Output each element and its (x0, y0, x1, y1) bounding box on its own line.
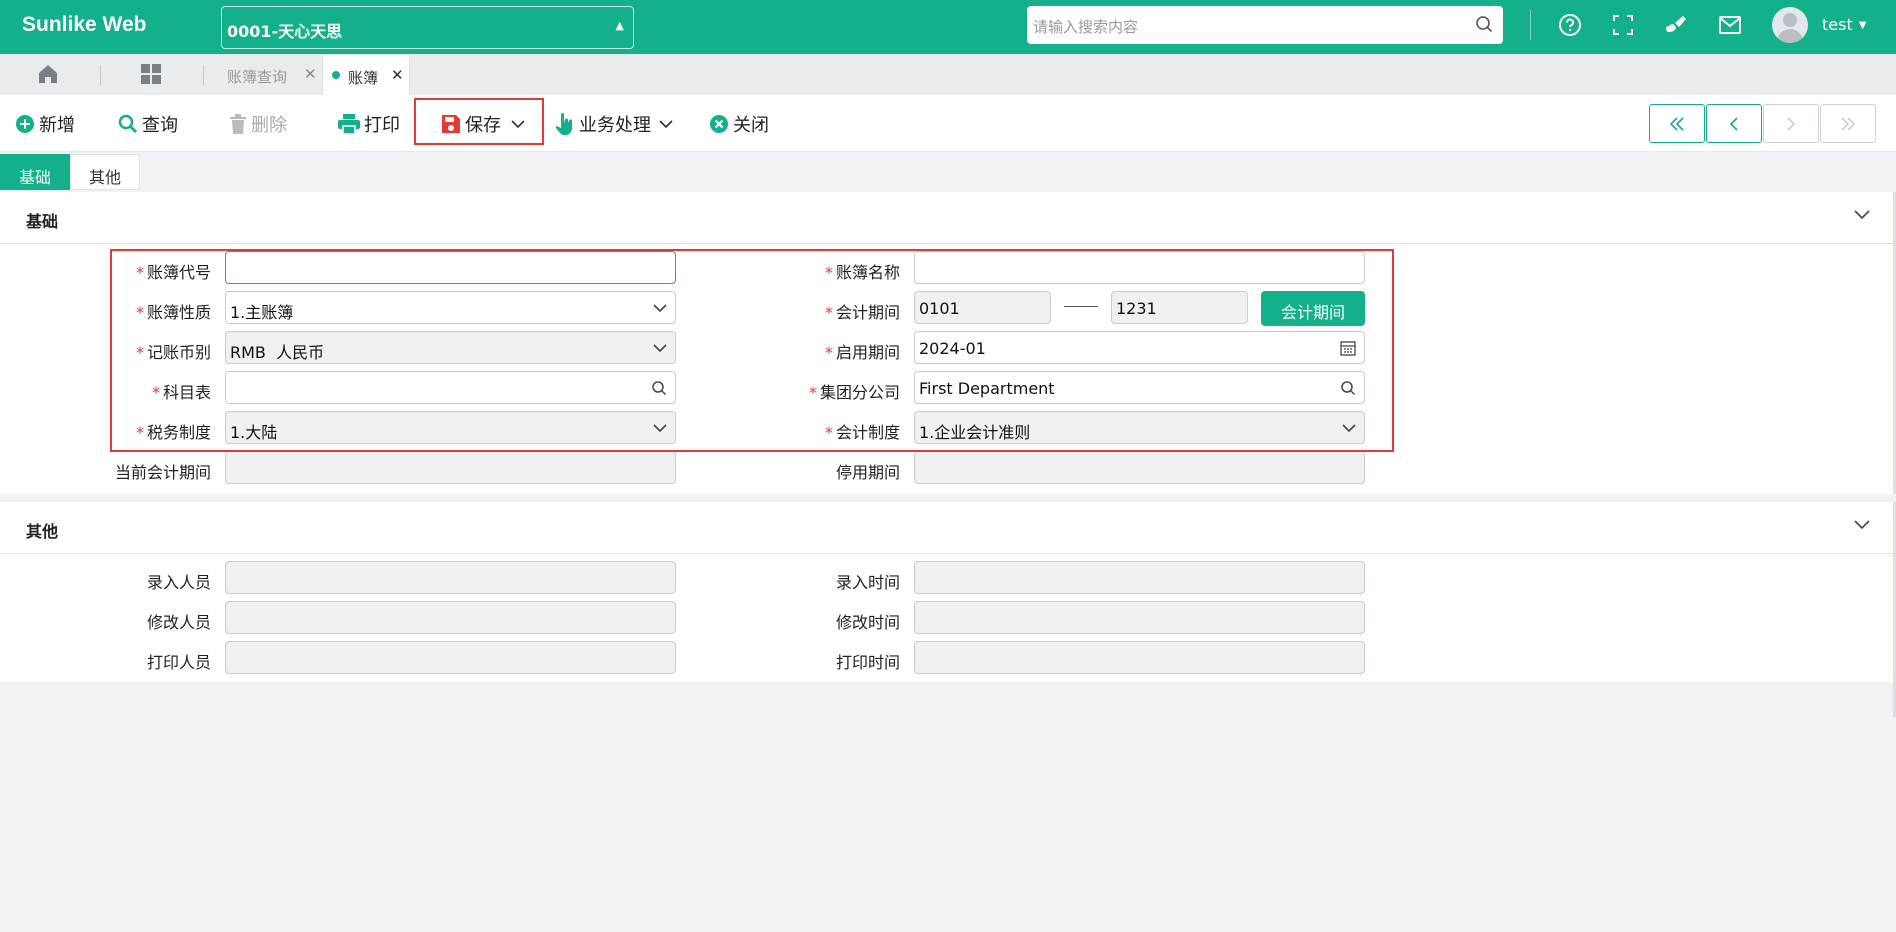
hand-pointer-icon (555, 113, 572, 135)
chevron-down-icon (1854, 210, 1870, 220)
stop-period-label: 停用期间 (835, 463, 900, 482)
search-icon (118, 114, 137, 133)
close-button[interactable]: 关闭 (709, 108, 769, 140)
business-process-button[interactable]: 业务处理 (555, 108, 677, 140)
first-record-button[interactable] (1649, 104, 1705, 143)
trash-icon (230, 114, 246, 134)
tab-label: 账簿 (348, 69, 379, 87)
delete-label: 删除 (251, 115, 287, 136)
modified-by-label: 修改人员 (146, 613, 211, 632)
save-label: 保存 (465, 115, 501, 136)
printed-time-label: 打印时间 (835, 653, 900, 672)
home-icon[interactable] (37, 63, 59, 89)
dashboard-grid-icon[interactable] (140, 63, 162, 89)
close-icon[interactable]: ✕ (391, 66, 404, 84)
caret-up-icon: ▲ (615, 19, 624, 32)
chevron-right-icon (1787, 116, 1796, 131)
global-search-input[interactable]: 请输入搜索内容 (1027, 6, 1503, 44)
printed-time-input[interactable] (914, 641, 1365, 674)
modified-time-input[interactable] (914, 601, 1365, 634)
query-button[interactable]: 查询 (118, 108, 178, 140)
search-icon[interactable] (1475, 15, 1493, 37)
close-circle-icon (710, 115, 728, 133)
prev-record-button[interactable] (1706, 104, 1762, 143)
chevron-left-icon (1729, 116, 1738, 131)
form-tab-basic[interactable]: 基础 (0, 154, 70, 190)
printed-by-input[interactable] (225, 641, 676, 674)
plus-circle-icon (16, 115, 34, 133)
form-tabs: 基础 其他 (0, 154, 140, 190)
section-title: 基础 (26, 212, 59, 231)
form-tab-other[interactable]: 其他 (70, 154, 140, 190)
user-menu[interactable]: test ▼ (1822, 15, 1866, 34)
company-selector[interactable]: 0001-天心天思 ▲ (221, 6, 634, 49)
add-button[interactable]: 新增 (15, 108, 75, 140)
tab-book-query[interactable]: 账簿查询 ✕ (206, 54, 322, 95)
header-divider (1530, 10, 1531, 40)
chevron-down-icon (659, 120, 673, 129)
stop-period-input[interactable] (914, 451, 1365, 484)
print-label: 打印 (364, 115, 400, 136)
chevron-down-icon (511, 120, 525, 129)
toolbar: 新增 查询 删除 打印 保存 业务处理 关闭 (0, 95, 1896, 152)
modified-time-label: 修改时间 (835, 613, 900, 632)
last-record-button[interactable] (1820, 104, 1876, 143)
company-selector-value: 0001-天心天思 (227, 22, 343, 41)
page-tabs-bar: 账簿查询 ✕ 账簿 ✕ (0, 54, 1896, 95)
basic-section-header[interactable]: 基础 (0, 192, 1896, 244)
entered-by-label: 录入人员 (146, 573, 211, 592)
other-section-header[interactable]: 其他 (0, 502, 1896, 554)
add-label: 新增 (39, 115, 75, 136)
double-chevron-right-icon (1841, 116, 1856, 131)
user-avatar[interactable] (1772, 7, 1808, 43)
caret-down-icon: ▼ (1858, 20, 1867, 31)
search-placeholder: 请输入搜索内容 (1033, 18, 1139, 36)
app-logo: Sunlike Web (22, 13, 147, 36)
chevron-down-icon (1854, 520, 1870, 530)
printed-by-label: 打印人员 (146, 653, 211, 672)
save-button[interactable]: 保存 (441, 108, 529, 140)
help-icon[interactable] (1555, 10, 1585, 40)
query-label: 查询 (142, 115, 178, 136)
top-bar: Sunlike Web 0001-天心天思 ▲ 请输入搜索内容 test ▼ (0, 0, 1896, 54)
next-record-button[interactable] (1763, 104, 1819, 143)
double-chevron-left-icon (1669, 116, 1684, 131)
mail-icon[interactable] (1715, 10, 1745, 40)
printer-icon (338, 114, 360, 134)
modified-by-input[interactable] (225, 601, 676, 634)
current-period-label: 当前会计期间 (114, 463, 211, 482)
theme-brush-icon[interactable] (1661, 10, 1691, 40)
user-name: test (1822, 15, 1853, 34)
section-title: 其他 (26, 522, 59, 541)
current-period-input[interactable] (225, 451, 676, 484)
close-icon[interactable]: ✕ (304, 65, 317, 83)
print-button[interactable]: 打印 (338, 108, 400, 140)
floppy-save-icon (442, 115, 460, 133)
required-fields-highlight-box (110, 249, 1394, 452)
active-dot-icon (332, 71, 340, 79)
close-label: 关闭 (733, 115, 769, 136)
entered-by-input[interactable] (225, 561, 676, 594)
entered-time-input[interactable] (914, 561, 1365, 594)
tab-book[interactable]: 账簿 ✕ (322, 54, 410, 95)
entered-time-label: 录入时间 (835, 573, 900, 592)
business-process-label: 业务处理 (579, 115, 651, 136)
delete-button[interactable]: 删除 (229, 108, 287, 140)
fullscreen-icon[interactable] (1608, 10, 1638, 40)
tab-divider (100, 65, 101, 85)
tab-label: 账簿查询 (227, 68, 288, 86)
tab-divider (203, 65, 204, 85)
